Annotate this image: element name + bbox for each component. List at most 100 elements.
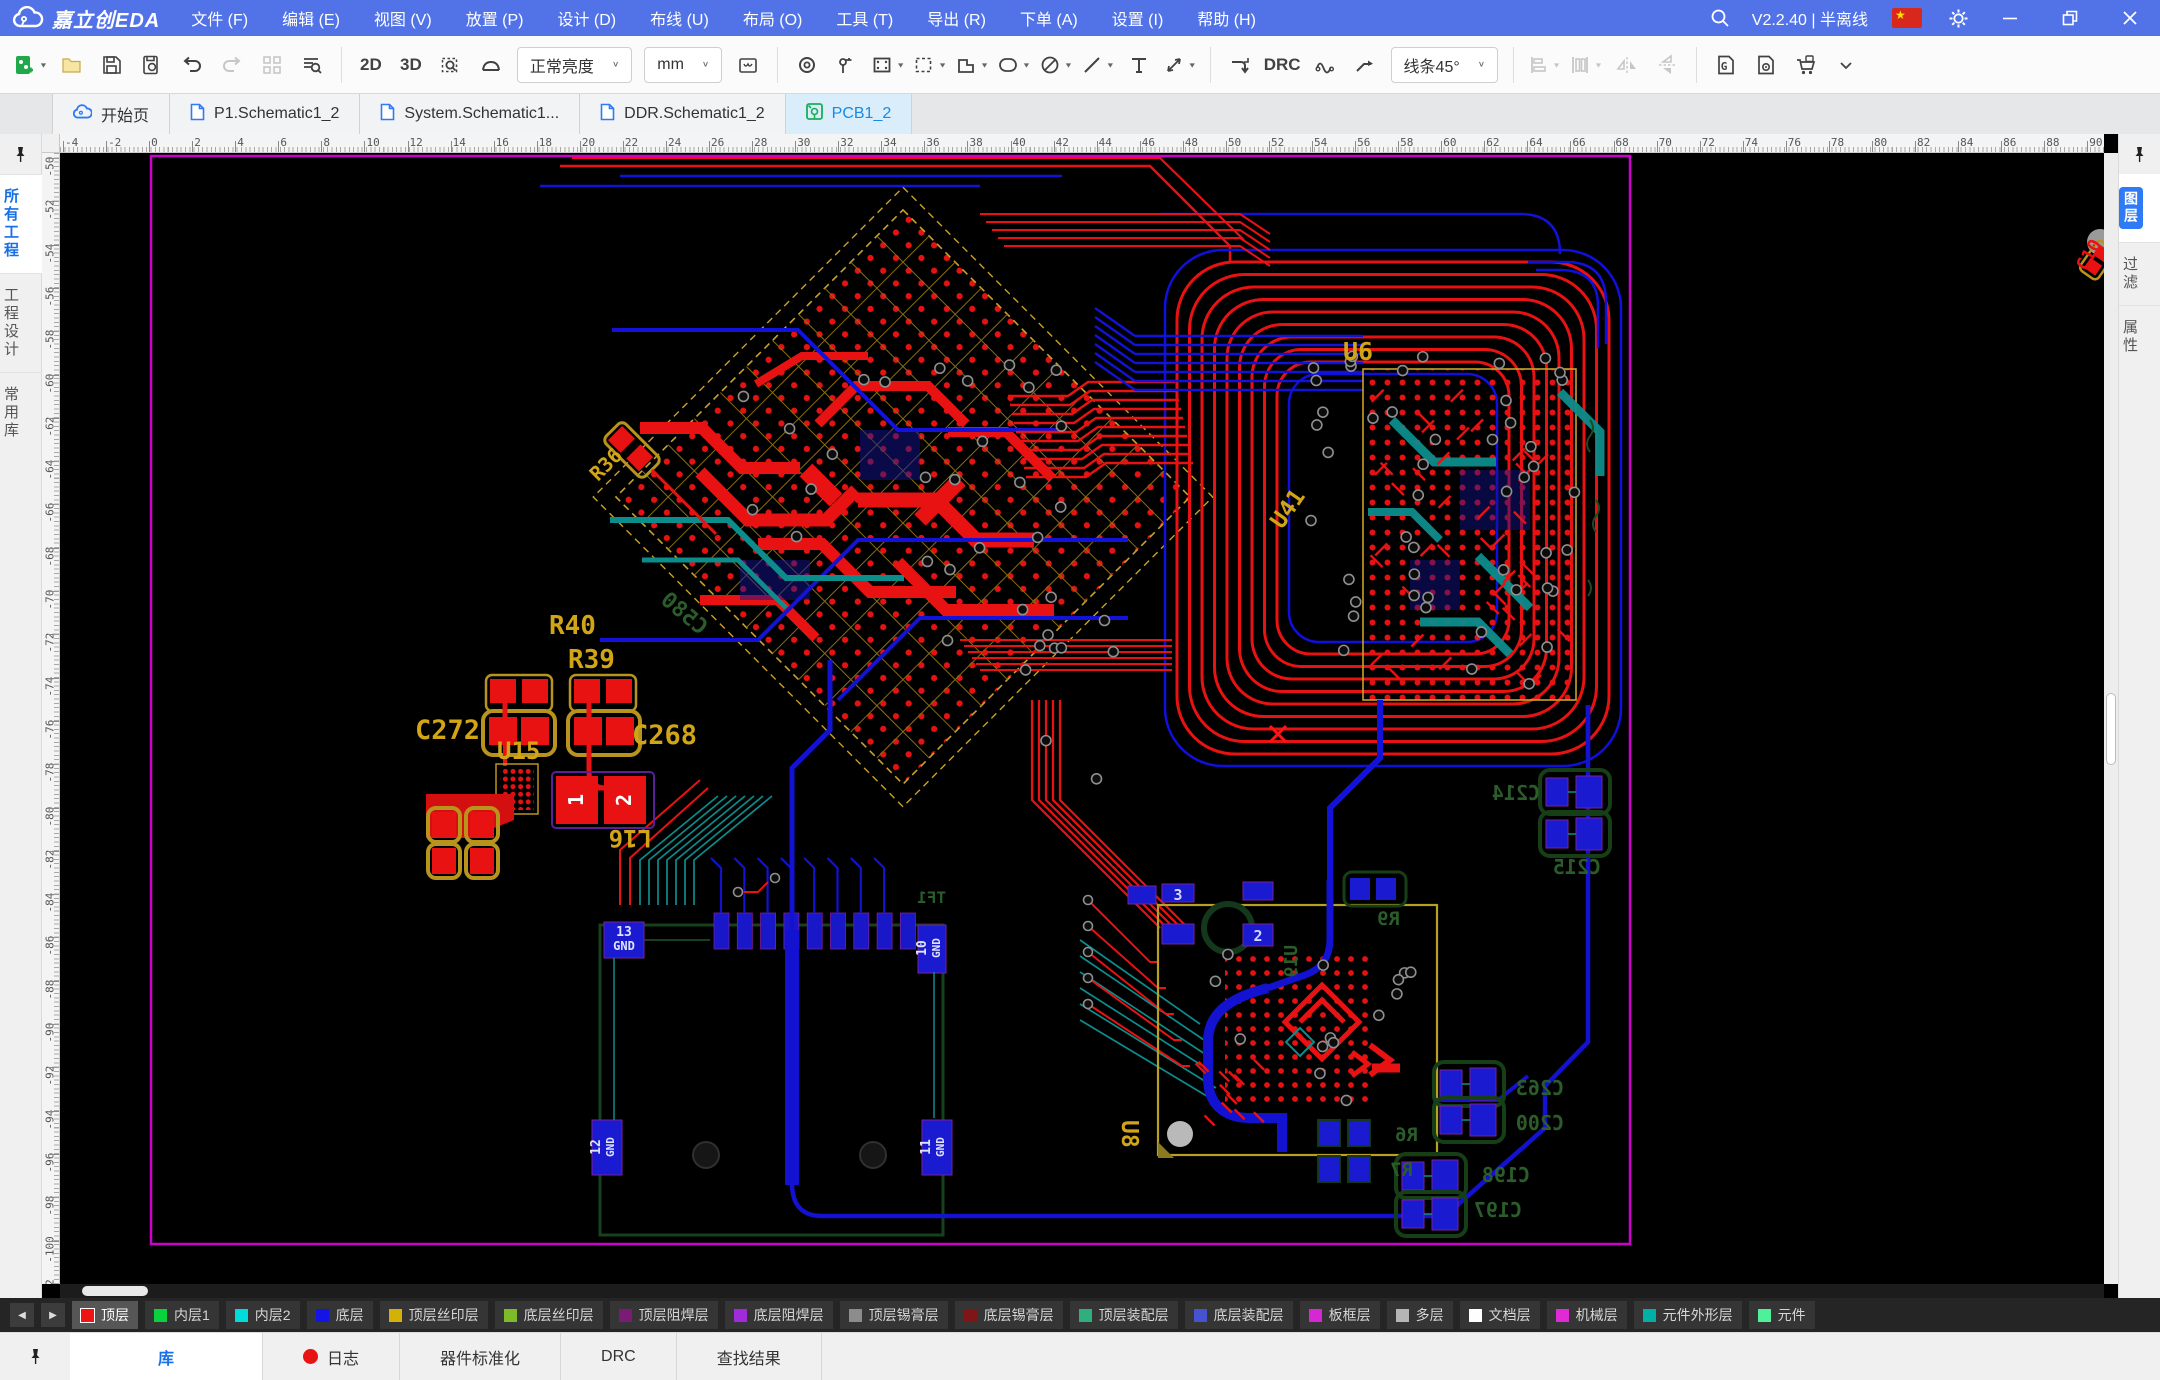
menu-item-5[interactable]: 布线 (U) bbox=[633, 0, 726, 36]
redo-button[interactable] bbox=[212, 44, 252, 86]
layer-chip-顶层阻焊层[interactable]: 顶层阻焊层 bbox=[610, 1301, 718, 1329]
vertical-scrollbar[interactable] bbox=[2104, 153, 2118, 1284]
menu-item-2[interactable]: 视图 (V) bbox=[357, 0, 449, 36]
status-tab-DRC[interactable]: DRC bbox=[561, 1333, 677, 1380]
menu-item-0[interactable]: 文件 (F) bbox=[174, 0, 265, 36]
distribute-button[interactable]: ▼ bbox=[1565, 44, 1607, 86]
layer-chip-底层丝印层[interactable]: 底层丝印层 bbox=[495, 1301, 603, 1329]
save-as-button[interactable] bbox=[132, 44, 172, 86]
layer-chip-底层阻焊层[interactable]: 底层阻焊层 bbox=[725, 1301, 833, 1329]
pin-panel-icon[interactable] bbox=[2119, 134, 2160, 174]
save-button[interactable] bbox=[92, 44, 132, 86]
pin-tool-button[interactable] bbox=[827, 44, 867, 86]
layer-scroll-right-icon[interactable]: ▶ bbox=[41, 1303, 65, 1327]
sidebar-tab-常用库[interactable]: 常用库 bbox=[0, 372, 42, 453]
layer-chip-元件外形层[interactable]: 元件外形层 bbox=[1634, 1301, 1742, 1329]
pin-panel-icon[interactable] bbox=[0, 1333, 70, 1380]
dimension-tool-button[interactable]: ▼ bbox=[1159, 44, 1201, 86]
gerber-button[interactable]: G bbox=[1706, 44, 1746, 86]
layer-chip-顶层锡膏层[interactable]: 顶层锡膏层 bbox=[840, 1301, 948, 1329]
open-folder-button[interactable] bbox=[52, 44, 92, 86]
unit-select[interactable]: mm∨ bbox=[644, 47, 722, 83]
line-mode-select[interactable]: 线条45°∨ bbox=[1391, 47, 1499, 83]
tab-PCB1_2[interactable]: PCB1_2 bbox=[786, 94, 913, 134]
sidebar-tab-所有工程[interactable]: 所有工程 bbox=[0, 174, 42, 273]
menu-item-7[interactable]: 工具 (T) bbox=[819, 0, 910, 36]
tab-P1.Schematic1_2[interactable]: P1.Schematic1_2 bbox=[170, 94, 360, 134]
ellipse-tool-button[interactable]: ▼ bbox=[993, 44, 1035, 86]
layer-chip-顶层装配层[interactable]: 顶层装配层 bbox=[1070, 1301, 1178, 1329]
status-tab-库[interactable]: 库 bbox=[70, 1333, 263, 1380]
tab-System.Schematic1...[interactable]: System.Schematic1... bbox=[360, 94, 580, 134]
language-flag-icon[interactable]: ★ bbox=[1892, 8, 1922, 28]
menu-item-4[interactable]: 设计 (D) bbox=[540, 0, 633, 36]
sidebar-tab-图层[interactable]: 图层 bbox=[2119, 174, 2160, 242]
menu-item-1[interactable]: 编辑 (E) bbox=[265, 0, 357, 36]
route-45-button[interactable] bbox=[1345, 44, 1385, 86]
via-tool-button[interactable] bbox=[787, 44, 827, 86]
footprint-manager-button[interactable] bbox=[728, 44, 768, 86]
pad-tool-button[interactable]: ▼ bbox=[867, 44, 909, 86]
layer-chip-内层1[interactable]: 内层1 bbox=[145, 1301, 219, 1329]
layer-chip-底层[interactable]: 底层 bbox=[307, 1301, 373, 1329]
layer-chip-板框层[interactable]: 板框层 bbox=[1300, 1301, 1380, 1329]
sidebar-tab-属性[interactable]: 属性 bbox=[2119, 305, 2160, 368]
copper-area-tool-button[interactable]: ▼ bbox=[909, 44, 951, 86]
menu-item-6[interactable]: 布局 (O) bbox=[726, 0, 820, 36]
flip-vertical-button[interactable] bbox=[1647, 44, 1687, 86]
align-button[interactable]: ▼ bbox=[1523, 44, 1565, 86]
close-button[interactable] bbox=[2100, 0, 2160, 36]
new-button[interactable]: ▼ bbox=[10, 44, 52, 86]
status-tab-器件标准化[interactable]: 器件标准化 bbox=[400, 1333, 561, 1380]
layer-chip-元件[interactable]: 元件 bbox=[1749, 1301, 1815, 1329]
fab-output-button[interactable] bbox=[1746, 44, 1786, 86]
find-similar-button[interactable] bbox=[292, 44, 332, 86]
layer-scroll-left-icon[interactable]: ◀ bbox=[10, 1303, 34, 1327]
trace-style-button[interactable] bbox=[1305, 44, 1345, 86]
layer-chip-内层2[interactable]: 内层2 bbox=[226, 1301, 300, 1329]
layer-chip-文档层[interactable]: 文档层 bbox=[1460, 1301, 1540, 1329]
pin-panel-icon[interactable] bbox=[0, 134, 41, 174]
route-tool-button[interactable] bbox=[1220, 44, 1260, 86]
keepout-tool-button[interactable]: ▼ bbox=[1035, 44, 1077, 86]
view-2d-button[interactable]: 2D bbox=[351, 44, 391, 86]
layer-chip-底层装配层[interactable]: 底层装配层 bbox=[1185, 1301, 1293, 1329]
horizontal-scrollbar-thumb[interactable] bbox=[82, 1286, 148, 1296]
layer-chip-底层锡膏层[interactable]: 底层锡膏层 bbox=[955, 1301, 1063, 1329]
undo-button[interactable] bbox=[172, 44, 212, 86]
menu-item-8[interactable]: 导出 (R) bbox=[910, 0, 1003, 36]
menu-item-3[interactable]: 放置 (P) bbox=[449, 0, 541, 36]
order-cart-button[interactable] bbox=[1786, 44, 1826, 86]
minimize-button[interactable] bbox=[1980, 0, 2040, 36]
layer-chip-多层[interactable]: 多层 bbox=[1387, 1301, 1453, 1329]
window-layout-button[interactable] bbox=[252, 44, 292, 86]
layer-chip-机械层[interactable]: 机械层 bbox=[1547, 1301, 1627, 1329]
view-3d-button[interactable]: 3D bbox=[391, 44, 431, 86]
pan-button[interactable] bbox=[471, 44, 511, 86]
menu-item-9[interactable]: 下单 (A) bbox=[1003, 0, 1095, 36]
status-tab-查找结果[interactable]: 查找结果 bbox=[677, 1333, 822, 1380]
sidebar-tab-过滤[interactable]: 过滤 bbox=[2119, 242, 2160, 305]
horizontal-scrollbar[interactable] bbox=[60, 1284, 2104, 1298]
more-tools-button[interactable] bbox=[1826, 44, 1866, 86]
sidebar-tab-工程设计[interactable]: 工程设计 bbox=[0, 273, 42, 372]
layer-chip-顶层丝印层[interactable]: 顶层丝印层 bbox=[380, 1301, 488, 1329]
solid-region-tool-button[interactable]: ▼ bbox=[951, 44, 993, 86]
drc-button[interactable]: DRC bbox=[1260, 44, 1305, 86]
menu-item-10[interactable]: 设置 (I) bbox=[1095, 0, 1181, 36]
flip-horizontal-button[interactable] bbox=[1607, 44, 1647, 86]
menu-item-11[interactable]: 帮助 (H) bbox=[1180, 0, 1273, 36]
layer-chip-顶层[interactable]: 顶层 bbox=[72, 1301, 138, 1329]
text-tool-button[interactable] bbox=[1119, 44, 1159, 86]
brightness-select[interactable]: 正常亮度∨ bbox=[517, 47, 632, 83]
search-icon[interactable] bbox=[1698, 0, 1742, 36]
status-tab-日志[interactable]: 日志 bbox=[263, 1333, 400, 1380]
vertical-scrollbar-thumb[interactable] bbox=[2106, 693, 2116, 765]
tab-开始页[interactable]: 开始页 bbox=[52, 94, 170, 134]
line-tool-button[interactable]: ▼ bbox=[1077, 44, 1119, 86]
tab-DDR.Schematic1_2[interactable]: DDR.Schematic1_2 bbox=[580, 94, 786, 134]
settings-gear-icon[interactable] bbox=[1936, 0, 1980, 36]
pcb-canvas[interactable]: R36R40R39C272C268U15L16C580U6U41U8TF1C21… bbox=[60, 153, 2104, 1284]
maximize-button[interactable] bbox=[2040, 0, 2100, 36]
zoom-window-button[interactable] bbox=[431, 44, 471, 86]
